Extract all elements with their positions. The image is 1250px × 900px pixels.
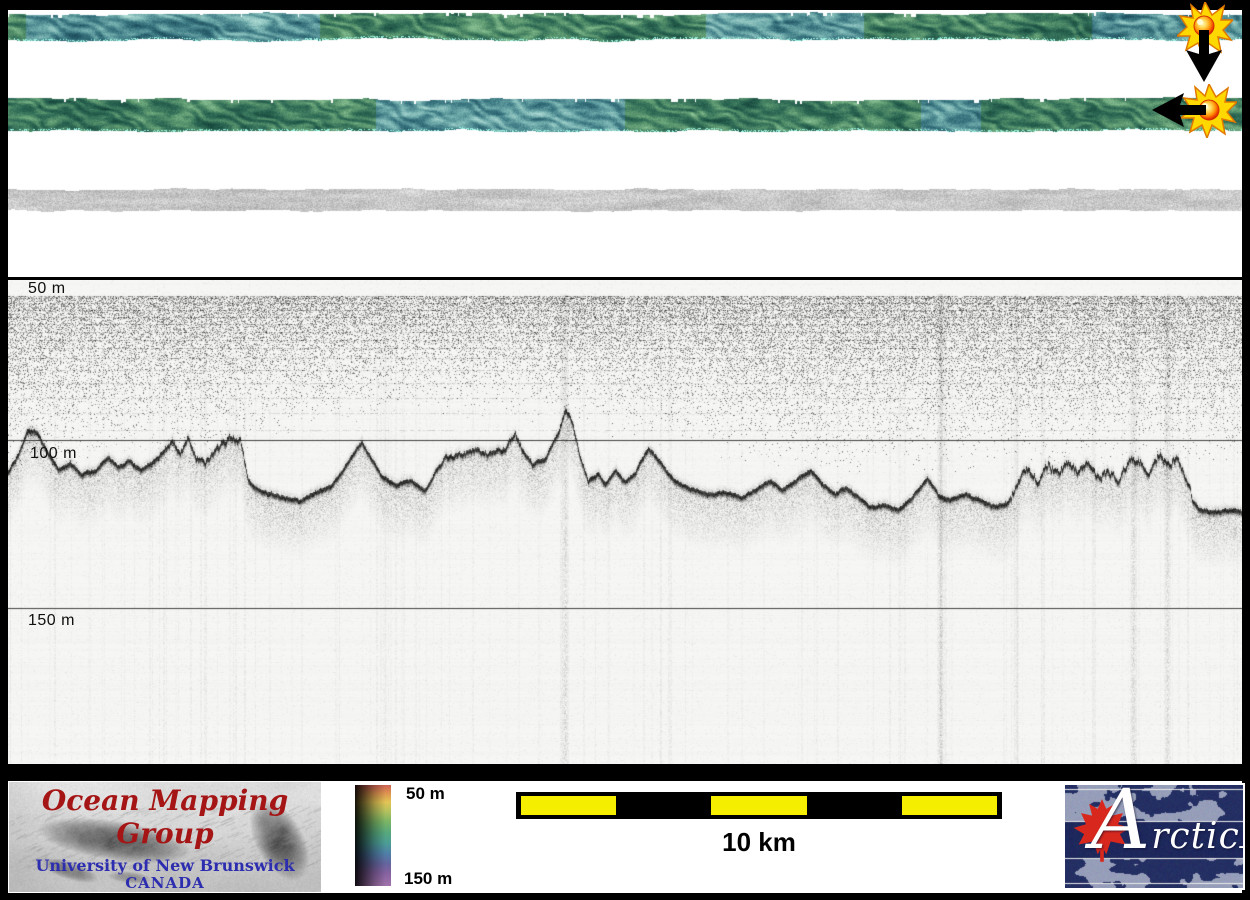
footer-content: Ocean Mapping Group University of New Br… xyxy=(8,781,1245,893)
echogram-image xyxy=(8,280,1242,764)
arcticnet-wordmark: ArcticNet xyxy=(1091,783,1243,868)
bathymetry-swath-strip-1 xyxy=(8,10,1242,44)
survey-figure: 50 m 100 m 150 m Ocean Mapping Group Uni… xyxy=(0,0,1250,900)
scale-segment xyxy=(616,796,712,815)
colorbar-top-label: 50 m xyxy=(406,784,445,803)
ocean-mapping-group-logo: Ocean Mapping Group University of New Br… xyxy=(9,782,321,892)
scale-segment xyxy=(901,796,998,815)
footer-bar: Ocean Mapping Group University of New Br… xyxy=(0,764,1250,900)
echogram-panel xyxy=(8,277,1242,764)
down-arrow-icon xyxy=(1186,30,1222,82)
bathymetry-swath-strip-2 xyxy=(8,95,1242,135)
scale-bar-label: 10 km xyxy=(722,827,796,857)
scale-segment xyxy=(806,796,902,815)
map-scale-bar xyxy=(516,792,1002,819)
scale-segment xyxy=(711,796,807,815)
omg-country-line: CANADA xyxy=(125,874,205,892)
depth-colorbar xyxy=(355,785,391,886)
depth-label-150m: 150 m xyxy=(28,612,75,629)
omg-title: Ocean Mapping Group xyxy=(41,784,289,850)
colorbar-bottom-label: 150 m xyxy=(404,869,453,888)
left-arrow-icon xyxy=(1152,93,1206,127)
omg-university-line: University of New Brunswick xyxy=(35,856,295,875)
depth-label-100m: 100 m xyxy=(30,445,77,462)
arcticnet-logo: ArcticNet xyxy=(1063,783,1245,890)
depth-label-50m: 50 m xyxy=(28,280,66,297)
sidescan-backscatter-strip xyxy=(8,186,1242,214)
scale-segment xyxy=(521,796,617,815)
